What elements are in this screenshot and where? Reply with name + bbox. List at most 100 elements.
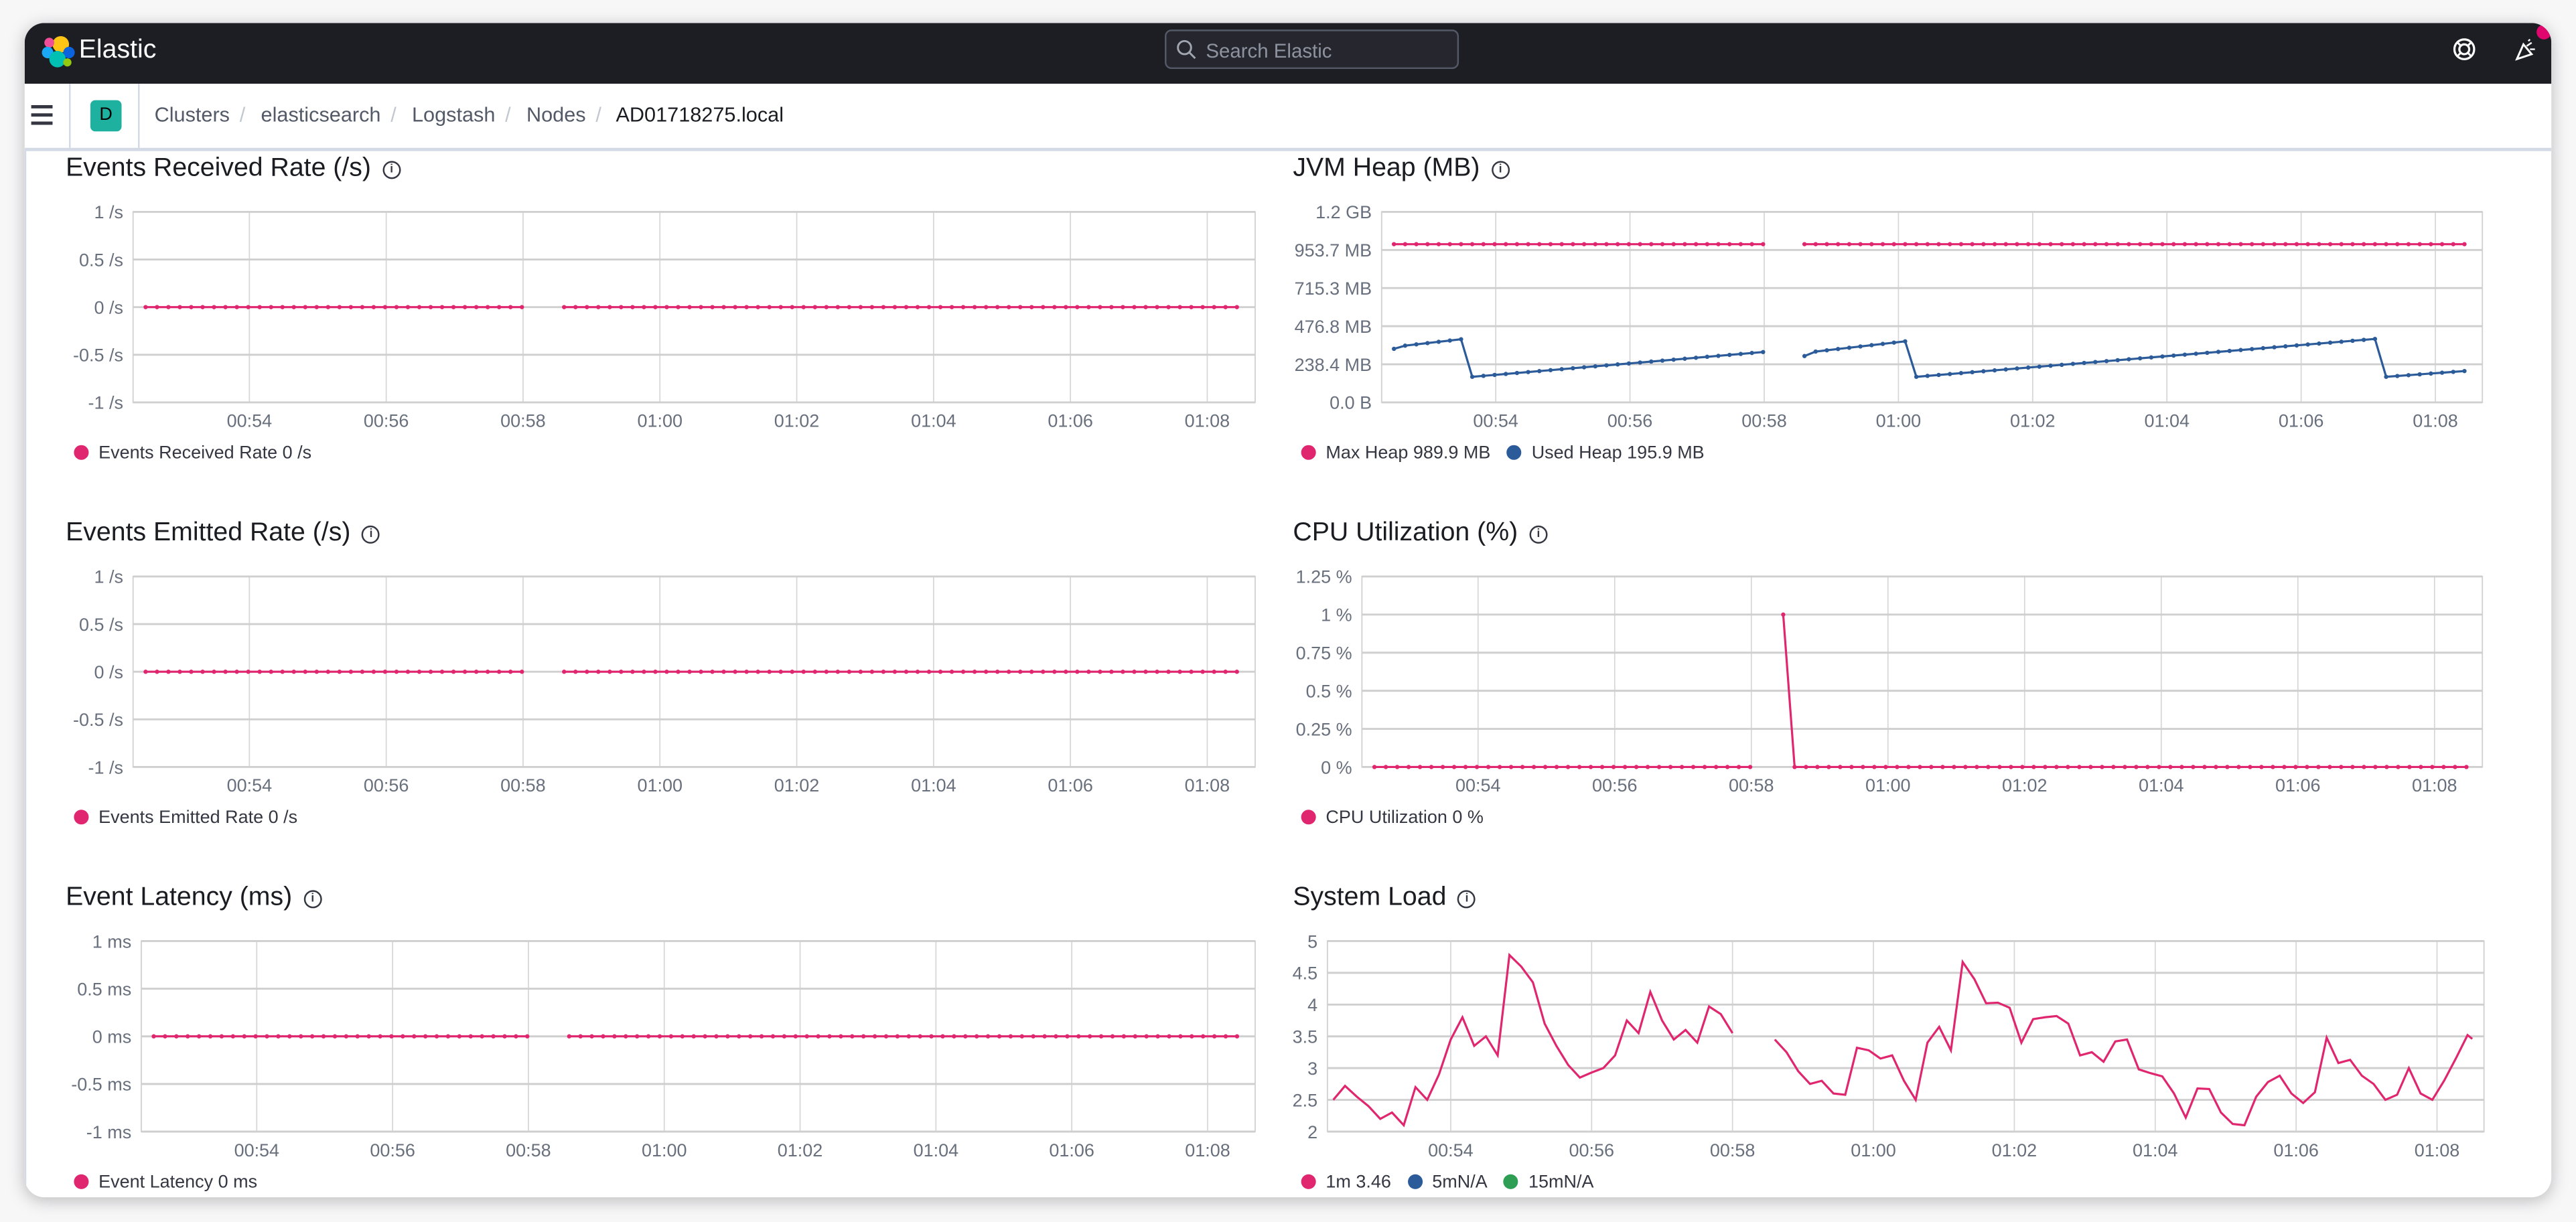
data-point xyxy=(770,1034,776,1039)
data-point xyxy=(2054,765,2059,769)
data-point xyxy=(1847,346,1852,350)
divider xyxy=(69,84,71,148)
data-point xyxy=(1948,372,1952,376)
legend-item[interactable]: Used Heap 195.9 MB xyxy=(1506,443,1705,463)
data-point xyxy=(1052,670,1057,674)
breadcrumb-elasticsearch[interactable]: elasticsearch xyxy=(261,104,381,127)
y-tick-label: -1 ms xyxy=(86,1122,131,1142)
space-avatar[interactable]: D xyxy=(90,100,122,132)
data-point xyxy=(847,670,852,674)
search-input[interactable] xyxy=(1202,34,1456,68)
data-point xyxy=(1029,305,1034,309)
data-point xyxy=(468,1034,473,1039)
data-point xyxy=(502,1034,507,1039)
legend-item[interactable]: 15mN/A xyxy=(1504,1172,1594,1193)
newsfeed-icon[interactable] xyxy=(2515,37,2538,61)
data-point xyxy=(1537,369,1542,374)
data-point xyxy=(872,1034,877,1039)
legend-item[interactable]: CPU Utilization 0 % xyxy=(1301,808,1484,828)
data-point xyxy=(189,670,194,674)
y-tick-label: 0.5 /s xyxy=(79,615,123,635)
data-point xyxy=(1880,341,1885,346)
data-point xyxy=(2194,242,2198,246)
data-point xyxy=(2134,765,2139,769)
data-point xyxy=(1804,765,1808,769)
x-tick-label: 00:58 xyxy=(500,411,545,431)
elastic-logo[interactable] xyxy=(41,35,77,71)
data-point xyxy=(926,670,932,674)
data-point xyxy=(303,670,307,674)
legend-color-dot xyxy=(1301,445,1316,460)
legend-item[interactable]: Event Latency 0 ms xyxy=(74,1172,257,1193)
data-point xyxy=(1581,242,1587,246)
data-point xyxy=(1132,670,1137,674)
x-tick-label: 00:58 xyxy=(1729,775,1774,795)
y-tick-label: -1 /s xyxy=(88,393,123,413)
x-tick-label: 01:06 xyxy=(2279,411,2324,431)
y-tick-label: 1 ms xyxy=(92,931,131,951)
data-point xyxy=(607,305,612,309)
chart-svg: 00:54 00:56 00:58 01:00 01:02 01:04 01:06 01:08… xyxy=(1296,567,2484,795)
data-point xyxy=(664,305,669,309)
x-tick-label: 01:04 xyxy=(914,1140,959,1160)
data-point xyxy=(699,305,703,309)
legend-item[interactable]: 1m 3.46 xyxy=(1301,1172,1391,1193)
legend-item[interactable]: Events Emitted Rate 0 /s xyxy=(74,808,297,828)
data-point xyxy=(1459,242,1463,246)
menu-icon[interactable] xyxy=(31,104,53,130)
data-point xyxy=(2451,242,2455,246)
data-point xyxy=(1447,242,1452,246)
data-point xyxy=(2171,353,2176,358)
data-point xyxy=(733,305,737,309)
data-point xyxy=(1201,1034,1206,1039)
help-icon[interactable] xyxy=(2453,37,2476,60)
data-point xyxy=(2316,765,2321,769)
data-point xyxy=(1593,364,1597,369)
data-point xyxy=(212,305,216,309)
data-point xyxy=(2160,354,2165,359)
data-point xyxy=(1588,765,1593,769)
data-point xyxy=(2227,242,2232,246)
data-point xyxy=(1693,356,1699,360)
legend-item[interactable]: Events Received Rate 0 /s xyxy=(74,443,311,463)
data-point xyxy=(1952,765,1956,769)
breadcrumb-clusters[interactable]: Clusters xyxy=(155,104,230,127)
data-point xyxy=(2248,765,2252,769)
breadcrumb-logstash[interactable]: Logstash xyxy=(412,104,495,127)
data-point xyxy=(265,1034,269,1039)
data-point xyxy=(2031,765,2036,769)
data-point xyxy=(2339,765,2344,769)
data-point xyxy=(428,670,433,674)
x-tick-label: 00:54 xyxy=(1428,1140,1474,1160)
data-point xyxy=(2003,242,2008,246)
data-point xyxy=(462,305,468,309)
data-point xyxy=(1895,765,1900,769)
data-point xyxy=(2249,347,2255,352)
legend-item[interactable]: 5mN/A xyxy=(1407,1172,1488,1193)
data-point xyxy=(1792,765,1797,769)
data-point xyxy=(223,670,228,674)
data-point xyxy=(371,305,376,309)
data-point xyxy=(883,1034,889,1039)
data-point xyxy=(1836,347,1841,352)
data-point xyxy=(1577,765,1582,769)
data-point xyxy=(703,1034,707,1039)
data-point xyxy=(918,1034,922,1039)
data-point xyxy=(1007,305,1011,309)
data-point xyxy=(2145,765,2150,769)
data-point xyxy=(242,1034,246,1039)
x-tick-label: 00:54 xyxy=(234,1140,280,1160)
data-point xyxy=(1440,765,1445,769)
data-point xyxy=(915,670,920,674)
x-tick-label: 01:06 xyxy=(1049,1140,1094,1160)
data-point xyxy=(585,670,589,674)
data-point xyxy=(1849,765,1854,769)
data-point xyxy=(1234,305,1239,309)
legend-item[interactable]: Max Heap 989.9 MB xyxy=(1301,443,1490,463)
series-line-used-heap xyxy=(1804,337,2465,378)
breadcrumb-nodes[interactable]: Nodes xyxy=(526,104,586,127)
data-point xyxy=(710,305,715,309)
global-search[interactable] xyxy=(1165,29,1459,70)
data-point xyxy=(348,670,354,674)
data-point xyxy=(2160,242,2165,246)
